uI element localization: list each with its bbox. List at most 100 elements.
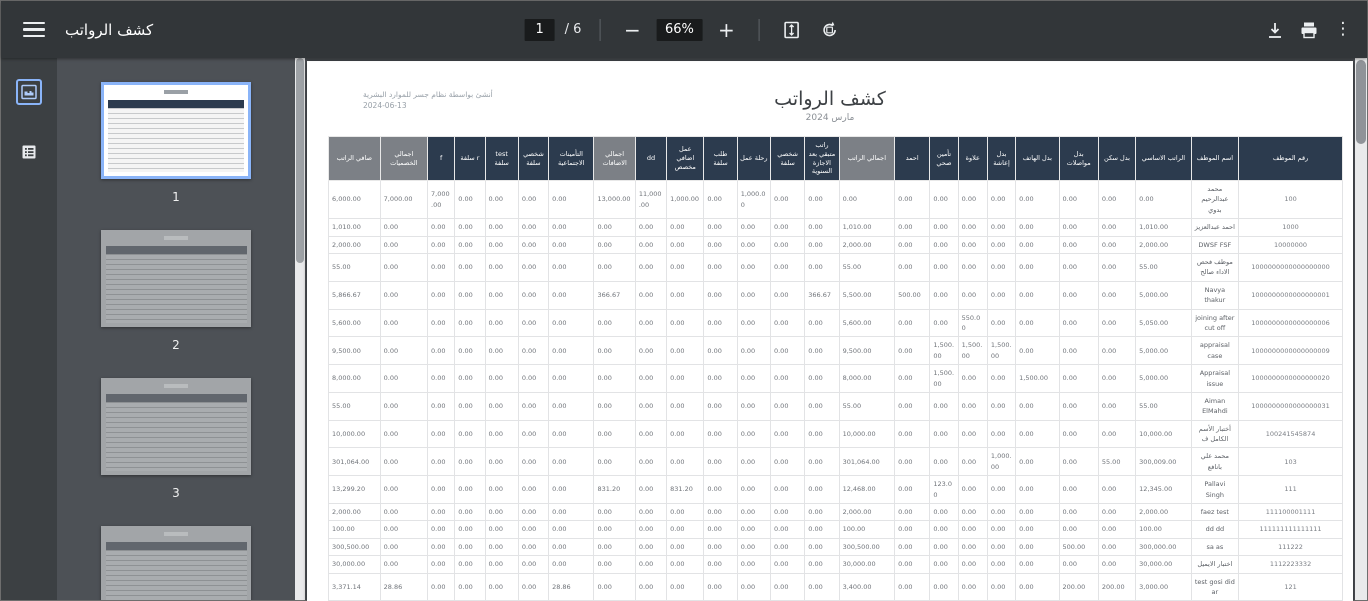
thumbnail-page-preview[interactable]: [101, 526, 251, 600]
amount-cell: 0.00: [987, 392, 1015, 420]
amount-cell: 55.00: [839, 254, 894, 282]
zoom-in-button[interactable]: +: [712, 16, 740, 44]
salary-table: رقم الموظفاسم الموظفالراتب الاساسيبدل سك…: [328, 136, 1343, 601]
page-thumbnail-4[interactable]: [101, 526, 251, 600]
scrollbar-thumb[interactable]: [296, 58, 304, 263]
column-header: رحلة عمل: [737, 137, 770, 181]
page-thumbnail-3[interactable]: 3: [101, 378, 251, 500]
amount-cell: 0.00: [485, 538, 518, 555]
amount-cell: 0.00: [549, 236, 594, 253]
amount-cell: 0.00: [518, 556, 548, 573]
amount-cell: 5,050.00: [1136, 309, 1191, 337]
amount-cell: 0.00: [805, 254, 839, 282]
amount-cell: 0.00: [594, 504, 635, 521]
amount-cell: 0.00: [987, 281, 1015, 309]
amount-cell: 550.00: [958, 309, 987, 337]
toolbar: كشف الرواتب / 6 − 66% +: [1, 1, 1367, 58]
table-row: 111111111111111dd dd100.000.000.000.000.…: [329, 521, 1343, 538]
amount-cell: 0.00: [518, 573, 548, 601]
table-row: 100241545874أختبار الأسم الكامل ف10,000.…: [329, 420, 1343, 448]
scrollbar-thumb[interactable]: [1356, 60, 1366, 144]
amount-cell: 0.00: [455, 281, 485, 309]
amount-cell: 0.00: [704, 504, 737, 521]
amount-cell: 0.00: [1098, 556, 1135, 573]
thumbnail-panel-scrollbar[interactable]: [295, 58, 305, 600]
amount-cell: 0.00: [704, 476, 737, 504]
amount-cell: 0.00: [518, 219, 548, 236]
amount-cell: 0.00: [667, 337, 704, 365]
amount-cell: 0.00: [987, 365, 1015, 393]
amount-cell: 0.00: [704, 236, 737, 253]
amount-cell: 0.00: [987, 573, 1015, 601]
amount-cell: 123.00: [930, 476, 958, 504]
amount-cell: 0.00: [428, 573, 455, 601]
page-number-input[interactable]: [525, 19, 555, 41]
table-row: 10000000DWSF FSF2,000.000.000.000.000.00…: [329, 236, 1343, 253]
amount-cell: 0.00: [895, 392, 930, 420]
page-thumbnail-1[interactable]: 1: [101, 82, 251, 204]
thumbnail-page-preview[interactable]: [101, 378, 251, 475]
print-button[interactable]: [1295, 16, 1323, 44]
viewer-scrollbar[interactable]: [1355, 58, 1367, 600]
amount-cell: 1,000.00: [987, 448, 1015, 476]
amount-cell: 0.00: [549, 448, 594, 476]
amount-cell: 0.00: [380, 538, 427, 555]
zoom-out-button[interactable]: −: [618, 16, 646, 44]
amount-cell: 0.00: [380, 254, 427, 282]
amount-cell: 0.00: [805, 337, 839, 365]
amount-cell: 0.00: [549, 521, 594, 538]
amount-cell: 3,371.14: [329, 573, 381, 601]
fit-page-button[interactable]: [777, 16, 805, 44]
amount-cell: 0.00: [380, 365, 427, 393]
amount-cell: 301,064.00: [839, 448, 894, 476]
amount-cell: 0.00: [518, 420, 548, 448]
amount-cell: 0.00: [594, 573, 635, 601]
amount-cell: 0.00: [1016, 309, 1059, 337]
amount-cell: 0.00: [1059, 448, 1098, 476]
thumbnail-page-preview[interactable]: [101, 230, 251, 327]
amount-cell: 0.00: [667, 219, 704, 236]
amount-cell: 1,500.00: [987, 337, 1015, 365]
amount-cell: 10,000.00: [839, 420, 894, 448]
header-row: رقم الموظفاسم الموظفالراتب الاساسيبدل سك…: [329, 137, 1343, 181]
amount-cell: 0.00: [485, 573, 518, 601]
thumbnail-page-preview[interactable]: [101, 82, 251, 179]
amount-cell: 0.00: [518, 448, 548, 476]
amount-cell: 0.00: [805, 538, 839, 555]
outline-view-button[interactable]: [16, 139, 42, 165]
amount-cell: 100.00: [1136, 521, 1191, 538]
rotate-button[interactable]: [815, 16, 843, 44]
amount-cell: 0.00: [667, 448, 704, 476]
amount-cell: 0.00: [1059, 365, 1098, 393]
amount-cell: 366.67: [805, 281, 839, 309]
amount-cell: 0.00: [930, 236, 958, 253]
amount-cell: 0.00: [737, 236, 770, 253]
amount-cell: 0.00: [455, 392, 485, 420]
column-header: طلب سلفة: [704, 137, 737, 181]
page-thumbnail-2[interactable]: 2: [101, 230, 251, 352]
document-viewer: أنشئ بواسطة نظام جسر للموارد البشرية 202…: [305, 58, 1355, 600]
menu-button[interactable]: [23, 18, 47, 42]
amount-cell: 0.00: [518, 538, 548, 555]
download-button[interactable]: [1261, 16, 1289, 44]
amount-cell: 0.00: [635, 392, 666, 420]
amount-cell: 0.00: [594, 337, 635, 365]
amount-cell: 11,000.00: [635, 181, 666, 219]
more-options-button[interactable]: ⋮: [1329, 16, 1357, 44]
amount-cell: 0.00: [594, 538, 635, 555]
amount-cell: 0.00: [737, 504, 770, 521]
amount-cell: 0.00: [895, 504, 930, 521]
amount-cell: 0.00: [737, 392, 770, 420]
amount-cell: 0.00: [1016, 236, 1059, 253]
amount-cell: 2,000.00: [1136, 236, 1191, 253]
employee-name-cell: محمد عبدالرحيم بدوي: [1191, 181, 1238, 219]
amount-cell: 0.00: [380, 281, 427, 309]
amount-cell: 0.00: [428, 365, 455, 393]
amount-cell: 13,000.00: [594, 181, 635, 219]
amount-cell: 2,000.00: [329, 236, 381, 253]
column-header: احمد: [895, 137, 930, 181]
thumbnails-view-button[interactable]: [16, 79, 42, 105]
amount-cell: 55.00: [839, 392, 894, 420]
amount-cell: 0.00: [485, 254, 518, 282]
amount-cell: 1,500.00: [930, 337, 958, 365]
